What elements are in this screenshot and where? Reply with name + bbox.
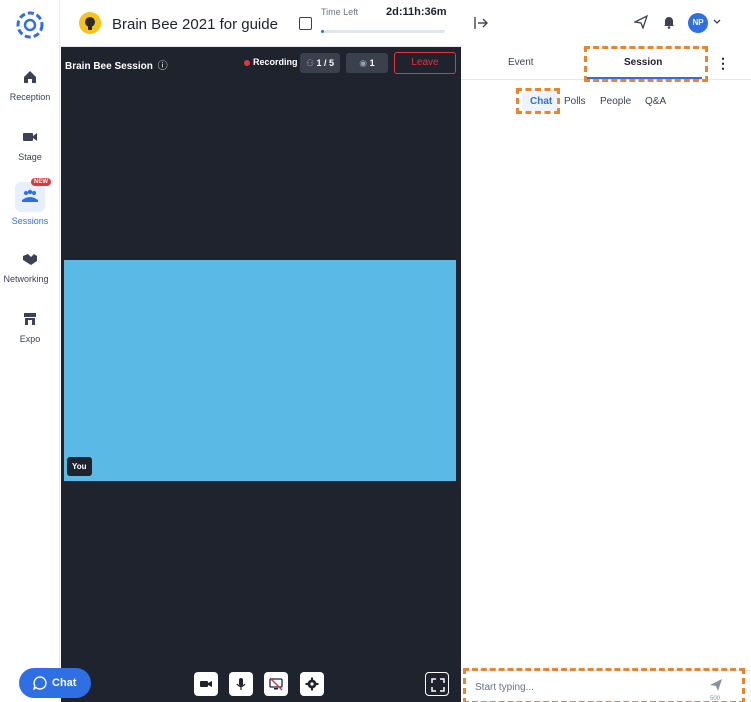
video-icon bbox=[23, 133, 37, 141]
sessions-icon-wrap: NEW bbox=[15, 178, 51, 212]
home-icon bbox=[24, 71, 36, 83]
nav-label-reception: Reception bbox=[9, 92, 51, 102]
sub-tab-polls[interactable]: Polls bbox=[564, 96, 586, 107]
side-panel: NP Event Session ⋮ Chat Polls People Q&A… bbox=[461, 0, 751, 702]
nav-item-reception[interactable]: Reception bbox=[0, 68, 60, 124]
session-stage: Brain Bee Session ⓘ Recording ⚇ 1 / 5 ◉ … bbox=[61, 47, 461, 702]
time-left-label: Time Left bbox=[321, 7, 359, 17]
nav-item-expo[interactable]: Expo bbox=[0, 310, 60, 366]
video-tile-label: You bbox=[67, 457, 92, 476]
fullscreen-icon bbox=[431, 678, 445, 692]
eye-icon: ◉ bbox=[359, 58, 368, 68]
people-icon: ⚇ bbox=[305, 58, 315, 68]
screenshare-toggle-button[interactable] bbox=[264, 672, 288, 696]
recording-indicator: Recording bbox=[244, 57, 298, 67]
collapse-panel-icon[interactable] bbox=[474, 16, 488, 30]
nav-label-sessions: Sessions bbox=[11, 216, 49, 226]
bell-icon[interactable] bbox=[662, 15, 676, 29]
recording-dot-icon bbox=[244, 59, 250, 66]
event-title: Brain Bee 2021 for guide bbox=[112, 16, 278, 33]
nav-item-sessions[interactable]: NEW Sessions bbox=[0, 178, 60, 238]
send-icon[interactable] bbox=[634, 15, 648, 29]
time-left-value: 2d:11h:36m bbox=[386, 6, 447, 18]
camera-toggle-button[interactable] bbox=[194, 672, 218, 696]
leave-button[interactable]: Leave bbox=[394, 52, 456, 74]
chat-launcher-button[interactable]: Chat bbox=[19, 668, 91, 698]
mic-toggle-button[interactable] bbox=[229, 672, 253, 696]
highlight-session-tab bbox=[584, 46, 708, 82]
recording-label: Recording bbox=[253, 57, 298, 67]
left-nav: Reception Stage NEW Sessions Networking … bbox=[0, 0, 60, 702]
chat-bubble-icon bbox=[33, 676, 47, 690]
tab-event[interactable]: Event bbox=[508, 57, 534, 68]
microphone-icon bbox=[236, 678, 246, 690]
camera-icon bbox=[200, 681, 212, 687]
event-logo-icon bbox=[79, 12, 101, 34]
app-root: Reception Stage NEW Sessions Networking … bbox=[0, 0, 751, 702]
nav-label-stage: Stage bbox=[18, 152, 42, 162]
time-left-progress-fill bbox=[321, 30, 324, 33]
nav-item-networking[interactable]: Networking bbox=[0, 250, 60, 306]
chevron-down-icon[interactable] bbox=[712, 17, 722, 27]
handshake-icon bbox=[23, 254, 37, 265]
session-name-text: Brain Bee Session bbox=[65, 61, 153, 72]
nav-label-networking: Networking bbox=[3, 274, 49, 284]
highlight-chat-input bbox=[463, 668, 745, 702]
app-logo-icon[interactable] bbox=[16, 11, 44, 39]
participants-pill[interactable]: ⚇ 1 / 5 bbox=[300, 53, 340, 73]
nav-item-stage[interactable]: Stage bbox=[0, 128, 60, 184]
screenshare-off-icon bbox=[269, 677, 283, 691]
video-tile[interactable]: You bbox=[64, 260, 456, 481]
fullscreen-button[interactable] bbox=[425, 672, 449, 696]
chat-launcher-label: Chat bbox=[52, 677, 77, 689]
event-header: Brain Bee 2021 for guide Time Left 2d:11… bbox=[61, 0, 461, 47]
calendar-icon bbox=[299, 17, 312, 30]
participants-count: 1 / 5 bbox=[316, 58, 335, 68]
time-left-progress bbox=[321, 30, 445, 33]
sessions-icon bbox=[22, 189, 38, 202]
sub-tab-qa[interactable]: Q&A bbox=[645, 96, 666, 107]
info-icon[interactable]: ⓘ bbox=[158, 61, 168, 72]
settings-button[interactable] bbox=[300, 672, 324, 696]
more-options-icon[interactable]: ⋮ bbox=[716, 55, 730, 72]
avatar[interactable]: NP bbox=[688, 13, 708, 33]
viewers-pill[interactable]: ◉ 1 bbox=[346, 53, 388, 73]
gear-icon bbox=[305, 677, 319, 691]
new-badge: NEW bbox=[31, 178, 51, 186]
viewers-count: 1 bbox=[369, 58, 375, 68]
highlight-chat-subtab bbox=[516, 88, 560, 114]
stage-header: Brain Bee Session ⓘ Recording ⚇ 1 / 5 ◉ … bbox=[61, 47, 461, 79]
nav-label-expo: Expo bbox=[19, 334, 41, 344]
store-icon bbox=[24, 313, 36, 325]
sub-tab-people[interactable]: People bbox=[600, 96, 631, 107]
session-name: Brain Bee Session ⓘ bbox=[65, 57, 168, 72]
